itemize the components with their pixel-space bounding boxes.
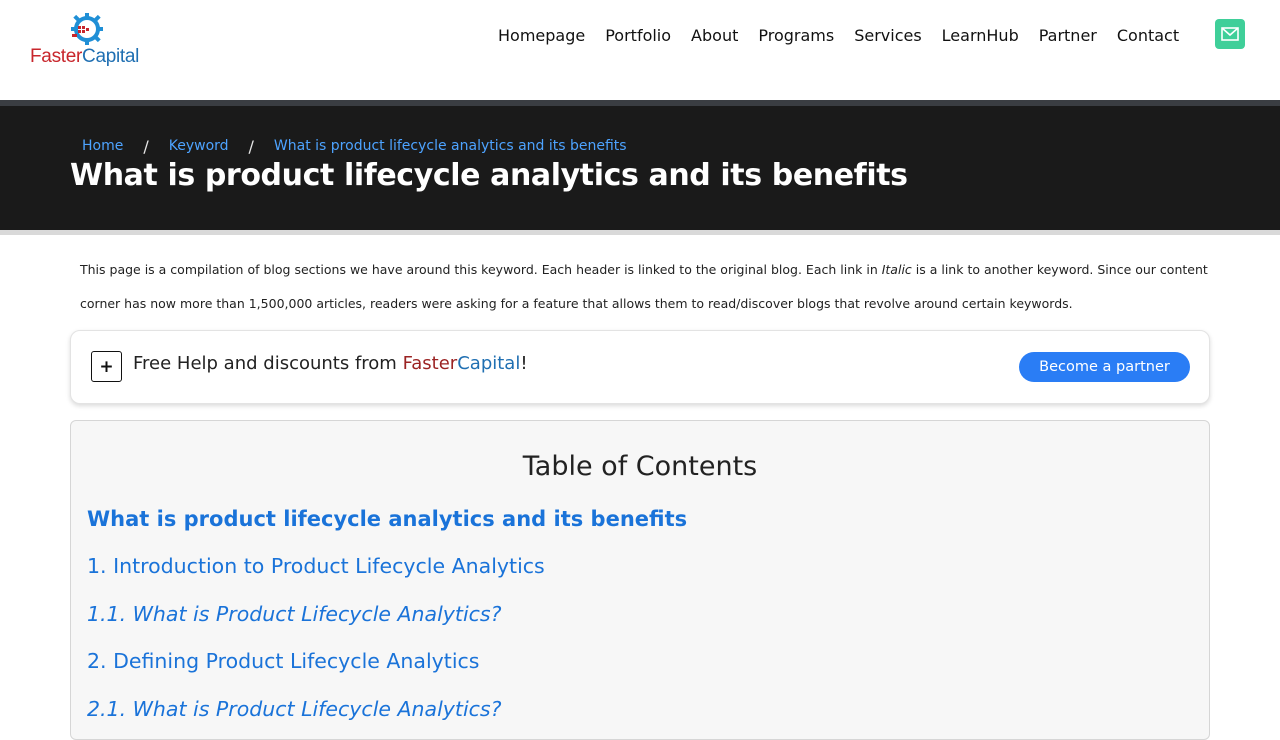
nav-contact[interactable]: Contact [1117,26,1179,45]
help-text: Free Help and discounts from FasterCapit… [133,353,528,374]
toc-main-link[interactable]: What is product lifecycle analytics and … [87,507,687,531]
toc-item[interactable]: 1.1. What is Product Lifecycle Analytics… [87,602,501,626]
help-text-end: ! [520,353,528,374]
mail-icon [1221,27,1239,41]
mail-button[interactable] [1215,19,1245,49]
breadcrumb-home[interactable]: Home [82,138,123,154]
breadcrumb: Home / Keyword / What is product lifecyc… [82,136,627,156]
help-text-lead: Free Help and discounts from [133,353,403,374]
nav-about[interactable]: About [691,26,738,45]
expand-plus-button[interactable]: + [91,351,122,382]
site-header: FasterCapital Homepage Portfolio About P… [0,0,1280,100]
help-brand-faster: Faster [402,353,458,374]
main-nav: Homepage Portfolio About Programs Servic… [488,22,1189,48]
logo-wordmark: FasterCapital [30,46,139,68]
toc-item[interactable]: 2.1. What is Product Lifecycle Analytics… [87,697,501,721]
nav-portfolio[interactable]: Portfolio [605,26,671,45]
logo-word-capital: Capital [82,46,140,67]
help-brand-capital: Capital [457,353,521,374]
toc-item[interactable]: 1. Introduction to Product Lifecycle Ana… [87,554,545,578]
gear-logo-icon [71,13,103,45]
fastercapital-logo[interactable]: FasterCapital [28,12,148,72]
breadcrumb-current[interactable]: What is product lifecycle analytics and … [274,138,627,154]
breadcrumb-separator: / [143,136,149,156]
nav-homepage[interactable]: Homepage [498,26,585,45]
nav-learnhub[interactable]: LearnHub [942,26,1019,45]
banner-divider [0,230,1280,235]
toc-title: Table of Contents [522,451,758,482]
nav-partner[interactable]: Partner [1039,26,1097,45]
intro-italic-word: Italic [881,262,912,277]
nav-services[interactable]: Services [854,26,921,45]
breadcrumb-separator: / [248,136,254,156]
toc-item[interactable]: 2. Defining Product Lifecycle Analytics [87,649,479,673]
nav-programs[interactable]: Programs [758,26,834,45]
page-title: What is product lifecycle analytics and … [70,158,908,193]
breadcrumb-keyword[interactable]: Keyword [169,138,229,154]
intro-text-part1: This page is a compilation of blog secti… [80,262,882,277]
help-discount-box: + Free Help and discounts from FasterCap… [70,330,1210,404]
become-partner-button[interactable]: Become a partner [1019,352,1190,382]
table-of-contents: Table of Contents What is product lifecy… [70,420,1210,740]
intro-paragraph: This page is a compilation of blog secti… [80,253,1210,321]
logo-word-faster: Faster [30,46,83,67]
